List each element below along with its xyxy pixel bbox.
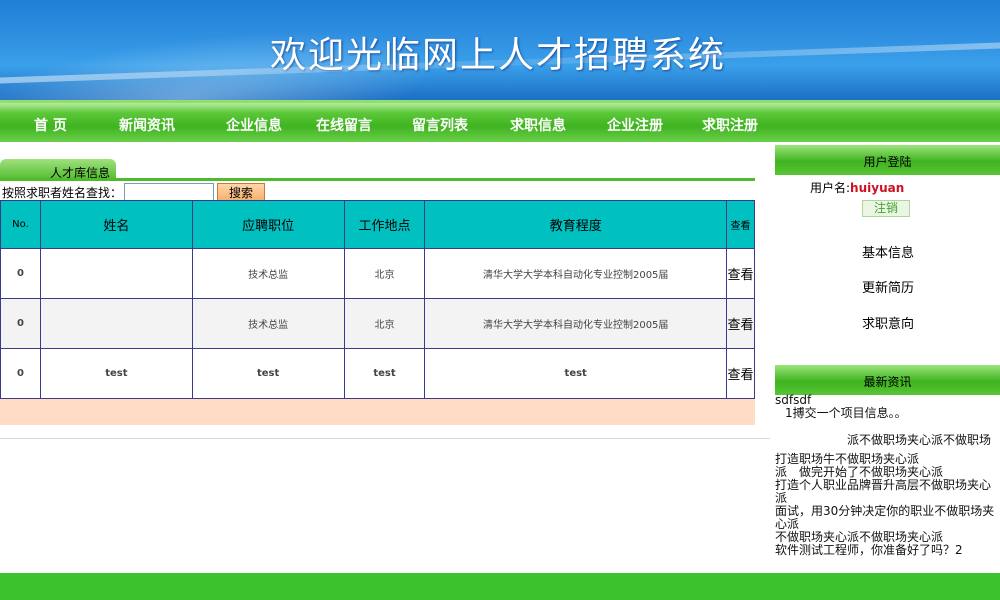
cell-location: 北京	[343, 248, 426, 299]
news-item[interactable]: 1搏交一个项目信息。。	[775, 407, 1000, 420]
table-row: 0 技术总监 北京 清华大学大学本科自动化专业控制2005届 查看	[0, 298, 756, 349]
panel-divider	[0, 438, 770, 439]
nav-item-companies[interactable]: 企业信息	[226, 115, 282, 135]
cell-education: test	[424, 348, 727, 399]
search-input[interactable]	[124, 183, 215, 201]
view-link[interactable]: 查看	[725, 348, 756, 399]
site-banner: 欢迎光临网上人才招聘系统	[0, 0, 1000, 100]
news-item[interactable]: 软件测试工程师，你准备好了吗？2	[775, 544, 1000, 557]
cell-no: 0	[0, 298, 41, 349]
news-list: sdfsdf 1搏交一个项目信息。。 派不做职场夹心派不做职场 打造职场牛不做职…	[775, 394, 1000, 557]
cell-name	[39, 248, 193, 299]
table-header-row: No. 姓名 应聘职位 工作地点 教育程度 查看	[0, 200, 756, 249]
news-item[interactable]: 派不做职场夹心派不做职场	[775, 434, 1000, 447]
cell-no: 0	[0, 248, 41, 299]
tab-underline	[0, 178, 755, 181]
search-button[interactable]: 搜索	[217, 183, 266, 201]
cell-name: test	[39, 348, 193, 399]
column-header-name: 姓名	[39, 200, 193, 249]
nav-item-online-message[interactable]: 在线留言	[316, 115, 372, 135]
table-row: 0 技术总监 北京 清华大学大学本科自动化专业控制2005届 查看	[0, 248, 756, 299]
username-label: 用户名:	[810, 181, 851, 195]
cell-position: 技术总监	[191, 298, 345, 349]
news-item[interactable]: 面试，用30分钟决定你的职业不做职场夹心派	[775, 505, 1000, 531]
cell-position: 技术总监	[191, 248, 345, 299]
logout-button[interactable]: 注销	[862, 200, 910, 217]
column-header-education: 教育程度	[424, 200, 727, 249]
cell-position: test	[191, 348, 345, 399]
nav-item-seeker-register[interactable]: 求职注册	[702, 115, 758, 135]
cell-education: 清华大学大学本科自动化专业控制2005届	[424, 248, 727, 299]
cell-location: test	[343, 348, 426, 399]
search-bar: 按照求职者姓名查找： 搜索	[2, 182, 266, 202]
column-header-position: 应聘职位	[191, 200, 345, 249]
sidebar: 用户登陆 用户名:huiyuan 注销 基本信息 更新简历 求职意向 最新资讯 …	[772, 145, 1000, 575]
cell-location: 北京	[343, 298, 426, 349]
talent-panel: 人才库信息 按照求职者姓名查找： 搜索 No. 姓名 应聘职位 工作地点 教育程…	[0, 145, 770, 440]
cell-name	[39, 298, 193, 349]
nav-item-news[interactable]: 新闻资讯	[119, 115, 175, 135]
table-footer-strip	[0, 399, 755, 425]
search-label: 按照求职者姓名查找：	[2, 185, 123, 200]
sidebar-link-job-intention[interactable]: 求职意向	[862, 313, 914, 332]
talent-table: No. 姓名 应聘职位 工作地点 教育程度 查看 0 技术总监 北京 清华大学大…	[0, 200, 756, 399]
news-item[interactable]: 打造个人职业品牌晋升高层不做职场夹心派	[775, 479, 1000, 505]
nav-item-home[interactable]: 首 页	[34, 115, 67, 135]
column-header-location: 工作地点	[343, 200, 426, 249]
view-link[interactable]: 查看	[725, 298, 756, 349]
logged-in-user: 用户名:huiyuan	[810, 179, 904, 196]
sidebar-link-update-resume[interactable]: 更新简历	[862, 277, 914, 296]
column-header-view: 查看	[725, 200, 756, 249]
cell-no: 0	[0, 348, 41, 399]
column-header-no: No.	[0, 200, 41, 249]
nav-item-job-info[interactable]: 求职信息	[510, 115, 566, 135]
sidebar-link-basic-info[interactable]: 基本信息	[862, 242, 914, 261]
username-value: huiyuan	[850, 181, 905, 195]
footer-bar	[0, 573, 1000, 600]
nav-item-message-list[interactable]: 留言列表	[412, 115, 468, 135]
main-nav: 首 页 新闻资讯 企业信息 在线留言 留言列表 求职信息 企业注册 求职注册	[0, 100, 1000, 142]
cell-education: 清华大学大学本科自动化专业控制2005届	[424, 298, 727, 349]
view-link[interactable]: 查看	[725, 248, 756, 299]
site-title: 欢迎光临网上人才招聘系统	[270, 35, 727, 76]
table-row: 0 test test test test 查看	[0, 348, 756, 399]
nav-item-company-register[interactable]: 企业注册	[607, 115, 663, 135]
login-header: 用户登陆	[775, 145, 1000, 175]
news-header: 最新资讯	[775, 365, 1000, 395]
